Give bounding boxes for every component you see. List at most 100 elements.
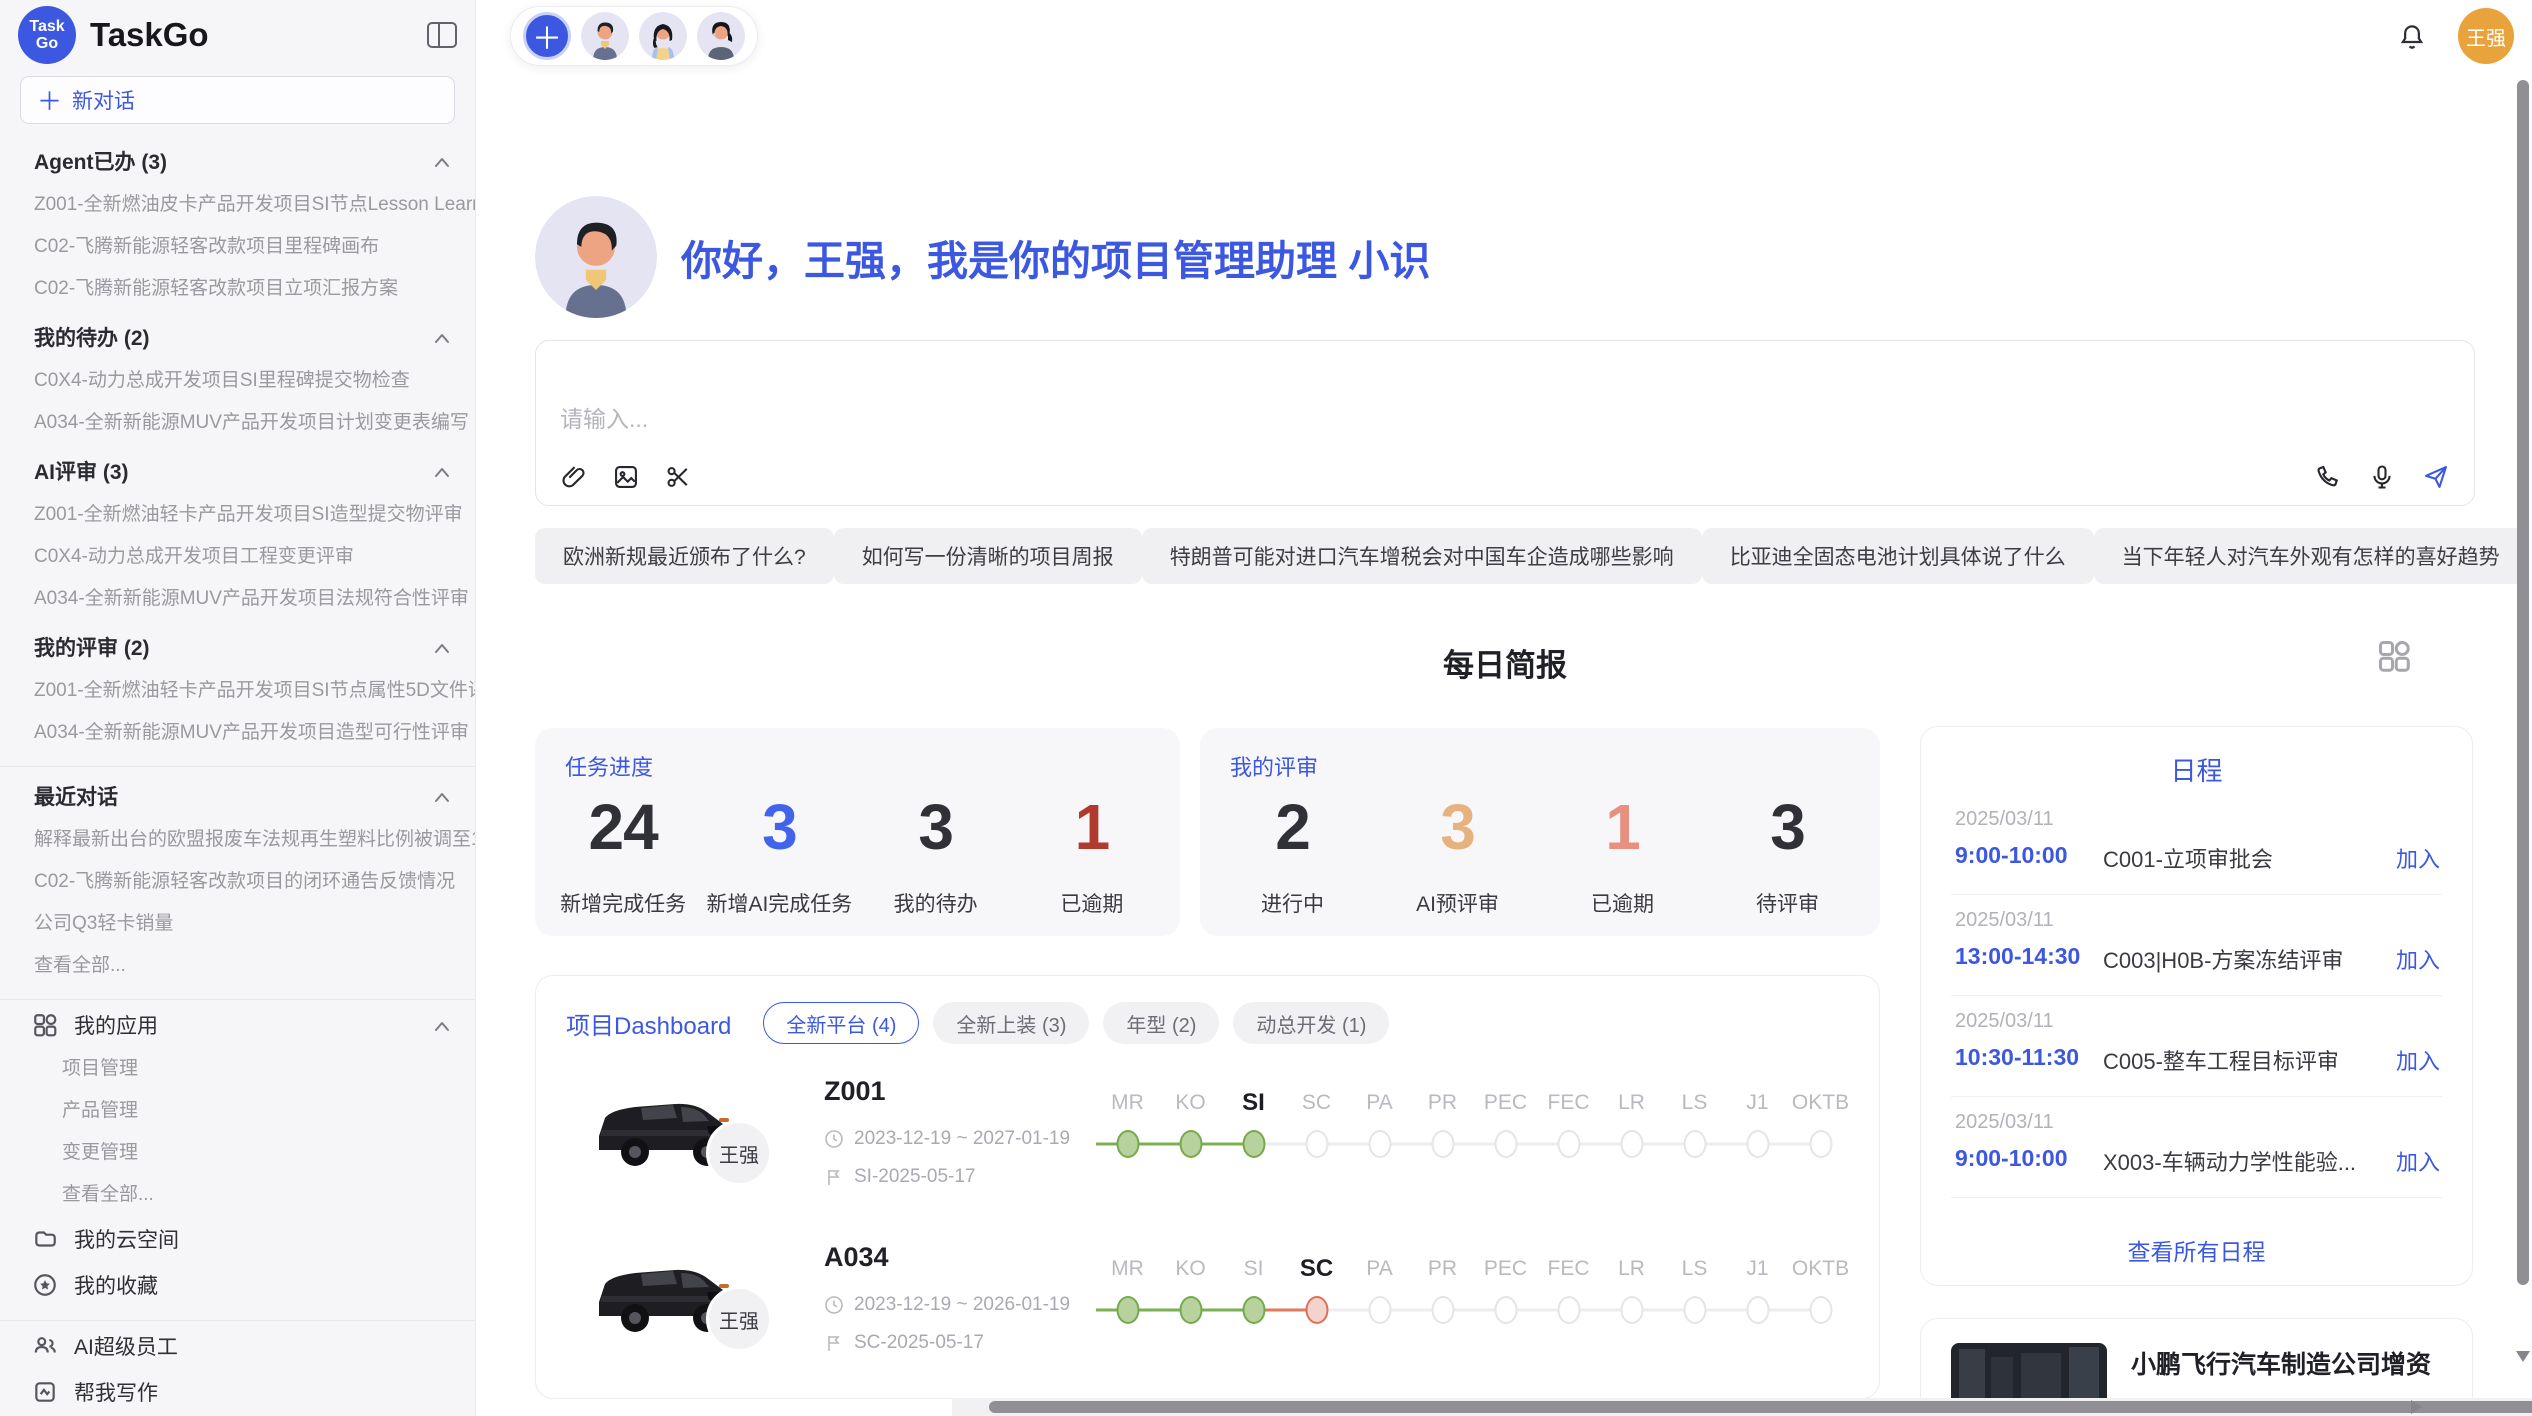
stat-value: 3: [762, 790, 797, 864]
logo-row: Task Go TaskGo: [0, 0, 475, 70]
sidebar-item[interactable]: Z001-全新燃油轻卡产品开发项目SI节点属性5D文件评审: [0, 670, 475, 712]
sidebar-item[interactable]: A034-全新新能源MUV产品开发项目法规符合性评审: [0, 578, 475, 620]
group-title: 我的评审 (2): [34, 632, 150, 662]
stat-item: 3 新增AI完成任务: [701, 790, 857, 920]
new-chat-button[interactable]: ＋ 新对话: [20, 76, 455, 124]
sidebar-item[interactable]: 公司Q3轻卡销量: [0, 903, 475, 945]
plus-icon: ＋: [37, 82, 62, 118]
suggestion-chip[interactable]: 欧洲新规最近颁布了什么?: [535, 528, 834, 584]
join-link[interactable]: 加入: [2396, 1044, 2440, 1076]
suggestion-chips: 欧洲新规最近颁布了什么? 如何写一份清晰的项目周报 特朗普可能对进口汽车增税会对…: [535, 528, 2475, 584]
stat-value: 1: [1075, 790, 1110, 864]
chevron-up-icon[interactable]: [431, 462, 453, 480]
microphone-icon[interactable]: [2368, 463, 2396, 491]
chevron-up-icon[interactable]: [431, 328, 453, 346]
phone-icon[interactable]: [2314, 463, 2342, 491]
milestone-step: FEC: [1537, 1254, 1600, 1332]
sidebar-item[interactable]: C02-飞腾新能源轻客改款项目立项汇报方案: [0, 268, 475, 310]
group-my-review[interactable]: 我的评审 (2): [0, 620, 475, 670]
user-avatar[interactable]: 王强: [2458, 8, 2514, 64]
project-row[interactable]: 王强 A034 2023-12-19 ~ 2026-01-19 SC-2025-…: [536, 1228, 1879, 1386]
group-my-todo[interactable]: 我的待办 (2): [0, 310, 475, 360]
new-chat-label: 新对话: [72, 85, 135, 115]
scissors-icon[interactable]: [664, 463, 692, 491]
vertical-scrollbar[interactable]: [2516, 76, 2530, 1396]
attachment-icon[interactable]: [560, 463, 588, 491]
vertical-scrollbar-thumb[interactable]: [2517, 80, 2529, 1285]
sidebar-item-view-all-apps[interactable]: 查看全部...: [0, 1174, 475, 1216]
image-icon[interactable]: [612, 463, 640, 491]
project-dates-text: 2023-12-19 ~ 2026-01-19: [854, 1294, 1070, 1316]
milestone-dot: [1116, 1130, 1139, 1158]
sidebar-item[interactable]: C02-飞腾新能源轻客改款项目里程碑画布: [0, 226, 475, 268]
add-agent-button[interactable]: ＋: [523, 12, 571, 60]
chat-input[interactable]: [560, 399, 2450, 439]
chevron-up-icon[interactable]: [431, 787, 453, 805]
suggestion-chip[interactable]: 当下年轻人对汽车外观有怎样的喜好趋势: [2094, 528, 2528, 584]
suggestion-chip[interactable]: 如何写一份清晰的项目周报: [834, 528, 1142, 584]
tab-all-new-platform[interactable]: 全新平台 (4): [763, 1002, 919, 1044]
group-title: 最近对话: [34, 781, 118, 811]
teammate-avatar[interactable]: [581, 12, 629, 60]
horizontal-scrollbar-thumb[interactable]: [989, 1401, 2532, 1413]
greeting-block: 你好，王强，我是你的项目管理助理 小识: [535, 196, 1430, 318]
group-recent-chats[interactable]: 最近对话: [0, 769, 475, 819]
sidebar-item-app[interactable]: 项目管理: [0, 1048, 475, 1090]
sidebar-item[interactable]: C0X4-动力总成开发项目工程变更评审: [0, 536, 475, 578]
group-ai-review[interactable]: AI评审 (3): [0, 444, 475, 494]
sidebar-item[interactable]: A034-全新新能源MUV产品开发项目计划变更表编写: [0, 402, 475, 444]
project-row[interactable]: 王强 Z001 2023-12-19 ~ 2027-01-19 SI-2025-…: [536, 1062, 1879, 1220]
scroll-down-arrow-icon[interactable]: [2516, 1351, 2530, 1362]
sidebar-item-help-write[interactable]: 帮我写作: [0, 1369, 475, 1415]
sidebar-item-favorites[interactable]: 我的收藏: [0, 1262, 475, 1308]
join-link[interactable]: 加入: [2396, 943, 2440, 975]
event-date: 2025/03/11: [1955, 1111, 2054, 1134]
group-agent-done[interactable]: Agent已办 (3): [0, 134, 475, 184]
join-link[interactable]: 加入: [2396, 842, 2440, 874]
sidebar-item[interactable]: Z001-全新燃油轻卡产品开发项目SI造型提交物评审: [0, 494, 475, 536]
project-code: Z001: [824, 1076, 886, 1107]
sidebar-item-cloud-space[interactable]: 我的云空间: [0, 1216, 475, 1262]
notification-bell-icon[interactable]: [2397, 22, 2427, 52]
stat-label: 已逾期: [1591, 888, 1654, 920]
scroll-right-arrow-icon[interactable]: [2411, 1400, 2422, 1414]
news-title: 小鹏飞行汽车制造公司增资: [2131, 1345, 2431, 1381]
sidebar-item-ai-super-staff[interactable]: AI超级员工: [0, 1323, 475, 1369]
milestone-step: MR: [1096, 1088, 1159, 1166]
view-all-schedule-link[interactable]: 查看所有日程: [1921, 1233, 2472, 1267]
sidebar-item[interactable]: C0X4-动力总成开发项目SI里程碑提交物检查: [0, 360, 475, 402]
suggestion-chip[interactable]: 比亚迪全固态电池计划具体说了什么: [1702, 528, 2094, 584]
schedule-event: 2025/03/11 10:30-11:30 C005-整车工程目标评审 加入: [1951, 996, 2442, 1097]
join-link[interactable]: 加入: [2396, 1145, 2440, 1177]
sidebar-item[interactable]: C02-飞腾新能源轻客改款项目的闭环通告反馈情况: [0, 861, 475, 903]
tab-model-year[interactable]: 年型 (2): [1103, 1002, 1219, 1044]
chevron-up-icon[interactable]: [431, 638, 453, 656]
suggestion-chip[interactable]: 特朗普可能对进口汽车增税会对中国车企造成哪些影响: [1142, 528, 1702, 584]
tab-powertrain[interactable]: 动总开发 (1): [1233, 1002, 1389, 1044]
sidebar-item-app[interactable]: 产品管理: [0, 1090, 475, 1132]
sidebar-item-my-apps[interactable]: 我的应用: [0, 1002, 475, 1048]
chevron-up-icon[interactable]: [431, 152, 453, 170]
chevron-up-icon[interactable]: [431, 1016, 453, 1034]
group-title: Agent已办 (3): [34, 146, 167, 176]
teammate-avatar[interactable]: [639, 12, 687, 60]
layout-grid-icon[interactable]: [2376, 638, 2412, 674]
sidebar-item[interactable]: 解释最新出台的欧盟报废车法规再生塑料比例被调至15%...: [0, 819, 475, 861]
project-flag-text: SC-2025-05-17: [854, 1332, 984, 1354]
tab-new-body[interactable]: 全新上装 (3): [933, 1002, 1089, 1044]
milestone-dot: [1809, 1130, 1832, 1158]
collapse-sidebar-icon[interactable]: [427, 22, 457, 48]
sidebar-item-view-all[interactable]: 查看全部...: [0, 945, 475, 987]
project-owner-badge: 王强: [706, 1286, 772, 1352]
teammate-avatar[interactable]: [697, 12, 745, 60]
sidebar-item-app[interactable]: 变更管理: [0, 1132, 475, 1174]
milestone-dot: [1305, 1130, 1328, 1158]
sidebar-item[interactable]: Z001-全新燃油皮卡产品开发项目SI节点Lesson Learn报告: [0, 184, 475, 226]
milestone-step: LS: [1663, 1088, 1726, 1166]
milestone-dot: [1305, 1296, 1328, 1324]
horizontal-scrollbar[interactable]: [952, 1398, 2532, 1416]
send-icon[interactable]: [2422, 463, 2450, 491]
project-dates: 2023-12-19 ~ 2026-01-19: [824, 1294, 1070, 1316]
stat-value: 2: [1275, 790, 1310, 864]
sidebar-item[interactable]: A034-全新新能源MUV产品开发项目造型可行性评审: [0, 712, 475, 754]
